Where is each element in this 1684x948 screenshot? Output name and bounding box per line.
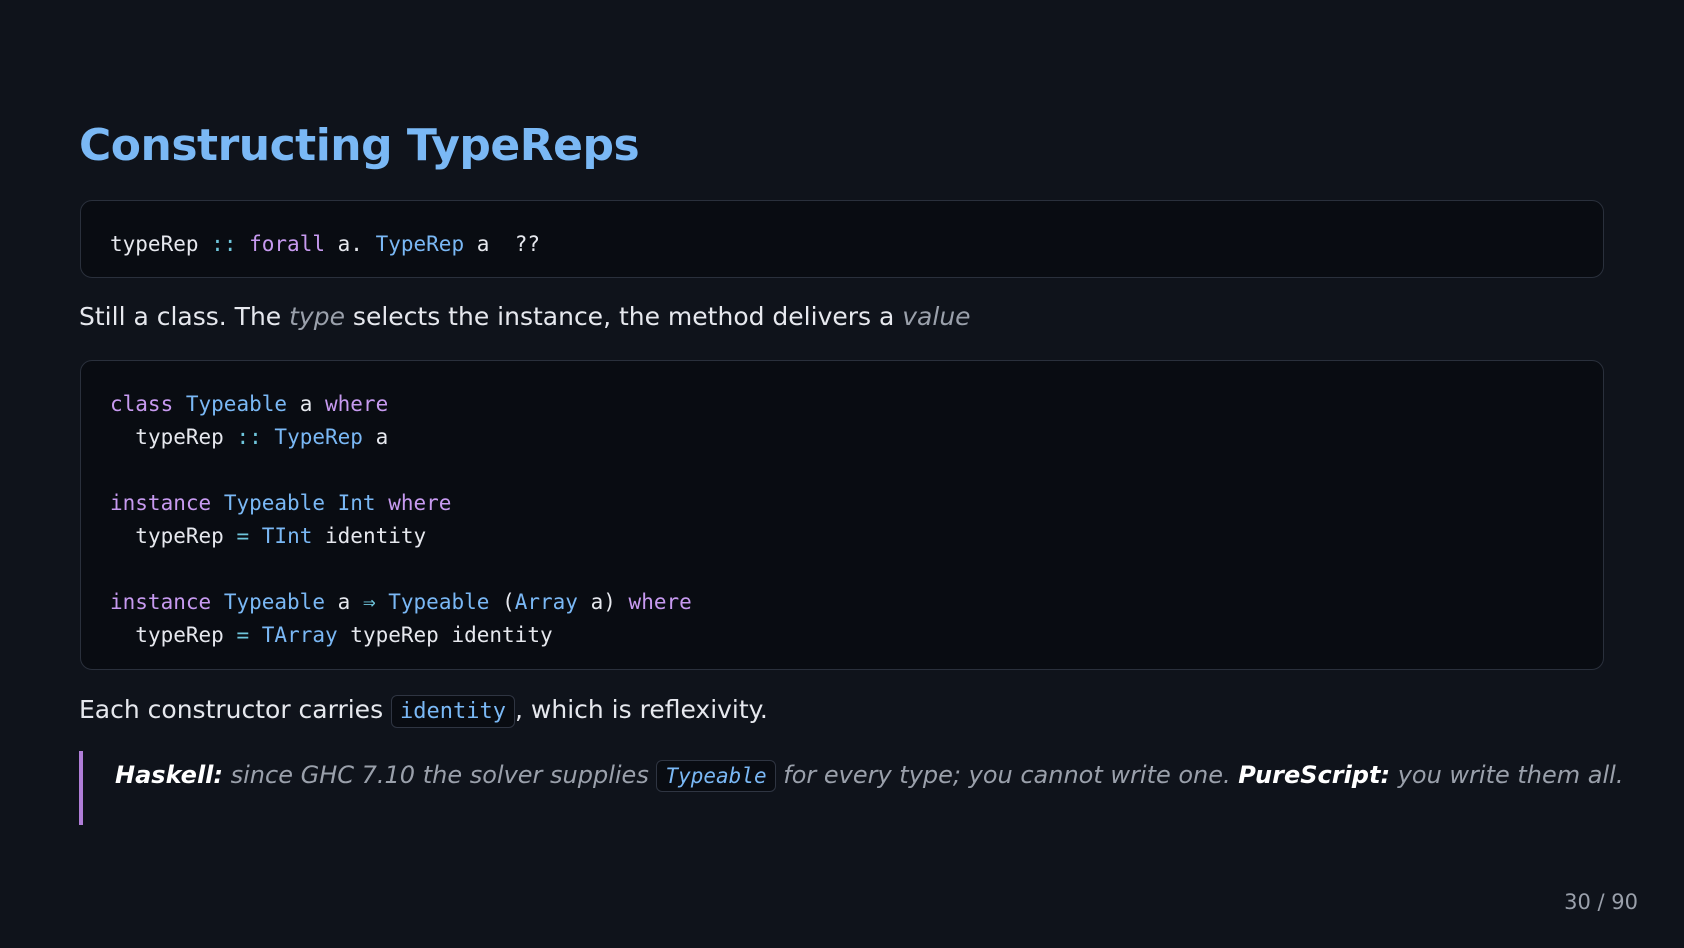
code-token: where (628, 590, 692, 614)
code-line: typeRep :: TypeRep a (110, 421, 1603, 454)
inline-code-identity: identity (391, 695, 516, 728)
code-token: Array (514, 590, 578, 614)
code-token: instance (110, 491, 212, 515)
code-block-typeable: class Typeable a where typeRep :: TypeRe… (80, 360, 1604, 670)
code-token: = (236, 623, 250, 647)
code-block-signature: typeRep :: forall a. TypeRep a ?? (80, 200, 1604, 278)
code-token: TypeRep (375, 232, 465, 256)
code-token: identity (451, 623, 553, 647)
label-purescript: PureScript: (1238, 761, 1391, 789)
code-token: instance (110, 590, 212, 614)
code-line: class Typeable a where (110, 388, 1603, 421)
code-token: class (110, 392, 174, 416)
code-token: ( (502, 590, 515, 614)
code-token: a (337, 590, 351, 614)
code-token: typeRep (350, 623, 439, 647)
page-number: 30 / 90 (1564, 890, 1638, 914)
code-token: Typeable (223, 491, 325, 515)
code-token: typeRep (135, 623, 224, 647)
code-token: identity (325, 524, 427, 548)
text: selects the instance, the method deliver… (344, 302, 903, 331)
code-token: Typeable (185, 392, 288, 416)
code-token: a (299, 392, 313, 416)
code-line: typeRep = TArray typeRep identity (110, 619, 1603, 652)
emphasis-value: value (902, 302, 971, 331)
code-line: typeRep = TInt identity (110, 520, 1603, 553)
text: , which is reflexivity. (515, 695, 768, 724)
code-token: Int (337, 491, 376, 515)
code-token: TInt (261, 524, 313, 548)
code-token: where (388, 491, 452, 515)
text: Each constructor carries (79, 695, 392, 724)
code-token: a. (337, 232, 363, 256)
blockquote-text: Haskell: since GHC 7.10 the solver suppl… (115, 760, 1624, 792)
code-token: :: (236, 425, 262, 449)
code-token: :: (211, 232, 237, 256)
paragraph-class-explanation: Still a class. The type selects the inst… (79, 302, 971, 331)
slide: Constructing TypeReps typeRep :: forall … (0, 0, 1684, 948)
code-token: = (236, 524, 250, 548)
text: since GHC 7.10 the solver supplies (223, 761, 657, 789)
code-token: a) (590, 590, 616, 614)
code-token: typeRep (135, 425, 224, 449)
text: you write them all. (1390, 761, 1624, 789)
blockquote-note: Haskell: since GHC 7.10 the solver suppl… (79, 751, 1623, 825)
code-token: Typeable (223, 590, 325, 614)
code-token: a (476, 232, 490, 256)
code-token: ?? (514, 232, 541, 256)
code-line: instance Typeable Int where (110, 487, 1603, 520)
code-token: typeRep (110, 232, 199, 256)
emphasis-type: type (289, 302, 345, 331)
paragraph-identity: Each constructor carries identity, which… (79, 695, 768, 728)
inline-code-typeable: Typeable (656, 760, 776, 792)
code-line: typeRep :: forall a. TypeRep a ?? (110, 228, 1603, 261)
code-token: forall (249, 232, 325, 256)
slide-title: Constructing TypeReps (79, 120, 640, 171)
code-token: where (325, 392, 389, 416)
text: for every type; you cannot write one. (775, 761, 1239, 789)
code-token: TypeRep (274, 425, 363, 449)
code-line: instance Typeable a ⇒ Typeable (Array a)… (110, 586, 1603, 619)
code-token: ⇒ (362, 590, 376, 614)
code-token: a (375, 425, 389, 449)
code-token: Typeable (388, 590, 490, 614)
code-token: TArray (261, 623, 338, 647)
text: Still a class. The (79, 302, 290, 331)
label-haskell: Haskell: (115, 761, 223, 789)
code-token: typeRep (135, 524, 224, 548)
